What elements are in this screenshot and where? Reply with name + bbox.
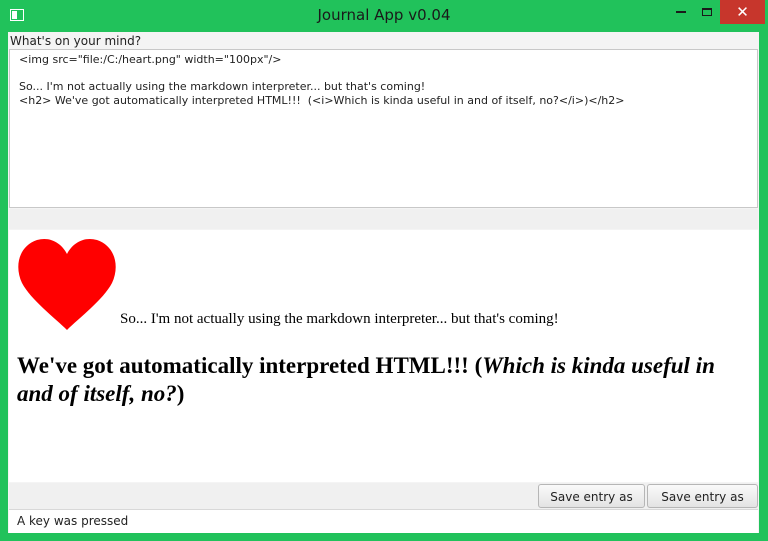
minimize-button[interactable] xyxy=(668,0,694,24)
button-bar: Save entry as text Save entry as html xyxy=(9,483,758,526)
editor-line: <h2> We've got automatically interpreted… xyxy=(19,93,625,107)
preview-paragraph: So... I'm not actually using the markdow… xyxy=(120,311,559,327)
close-icon: ✕ xyxy=(736,3,749,21)
heading-text: We've got automatically interpreted HTML… xyxy=(17,353,483,378)
client-area: What's on your mind? <img src="file:/C:/… xyxy=(8,32,759,533)
save-html-button[interactable]: Save entry as html xyxy=(647,484,758,526)
journal-text-area[interactable]: <img src="file:/C:/heart.png" width="100… xyxy=(9,49,758,208)
preview-heading: We've got automatically interpreted HTML… xyxy=(17,352,750,408)
html-preview: So... I'm not actually using the markdow… xyxy=(9,230,758,482)
app-window: Journal App v0.04 ✕ What's on your mind?… xyxy=(0,0,768,541)
title-bar[interactable]: Journal App v0.04 ✕ xyxy=(0,0,768,32)
close-button[interactable]: ✕ xyxy=(720,0,765,24)
heart-icon xyxy=(18,238,116,330)
minimize-icon xyxy=(676,11,686,13)
editor-line: <img src="file:/C:/heart.png" width="100… xyxy=(19,53,282,66)
editor-line: So... I'm not actually using the markdow… xyxy=(19,80,426,93)
window-title: Journal App v0.04 xyxy=(317,6,451,24)
split-divider[interactable] xyxy=(9,209,758,229)
heading-close-paren: ) xyxy=(176,381,185,406)
status-bar: A key was pressed xyxy=(9,509,758,533)
maximize-button[interactable] xyxy=(694,0,720,24)
save-text-button[interactable]: Save entry as text xyxy=(538,484,645,526)
editor-label: What's on your mind? xyxy=(10,34,142,48)
preview-image-row: So... I'm not actually using the markdow… xyxy=(17,238,750,330)
heart-shape xyxy=(18,238,116,330)
maximize-icon xyxy=(702,8,712,16)
